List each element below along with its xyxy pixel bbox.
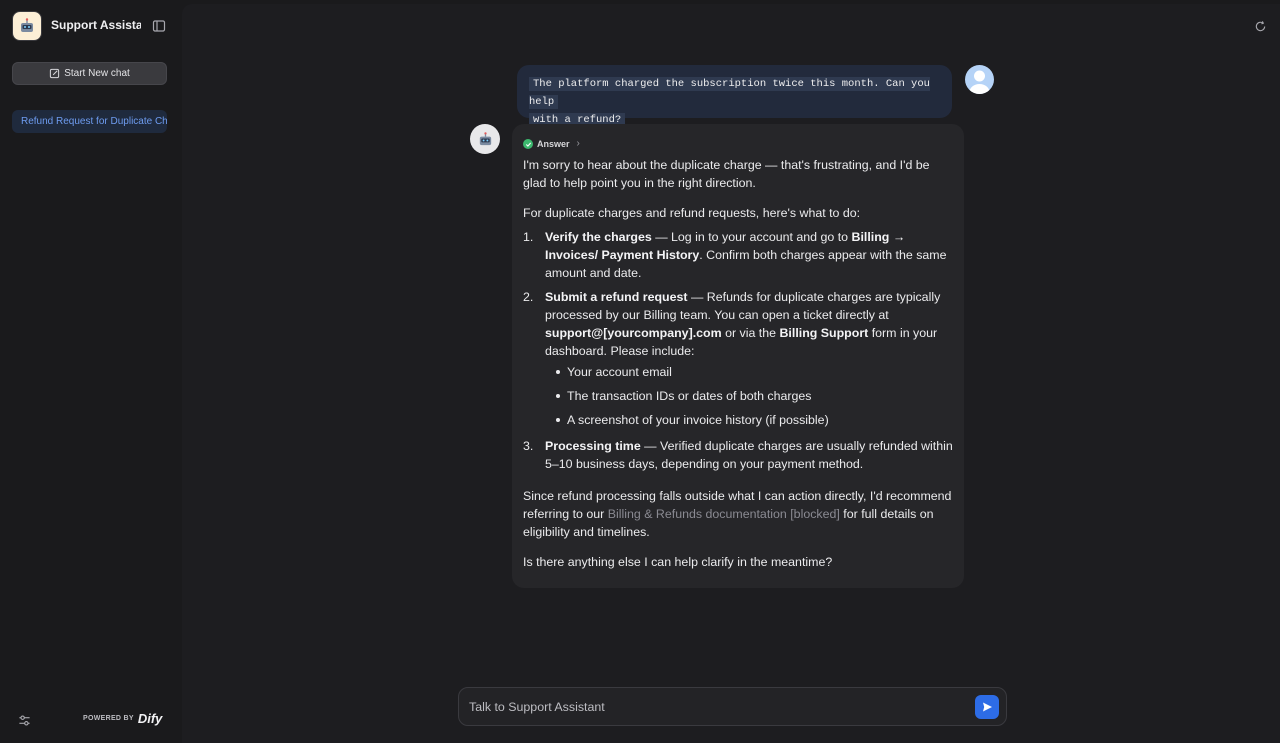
bot-avatar [470, 124, 500, 154]
powered-by: POWERED BY Dify [83, 711, 162, 726]
step-emphasis: Billing Support [779, 326, 869, 340]
user-message-line: The platform charged the subscription tw… [529, 77, 930, 109]
chat-panel: The platform charged the subscription tw… [182, 4, 1280, 743]
list-item: Your account email [556, 363, 953, 381]
restart-chat-button[interactable] [1252, 18, 1268, 34]
step-number: 3. [523, 439, 534, 453]
robot-icon [479, 131, 491, 145]
chat-input[interactable]: Talk to Support Assistant [458, 687, 1007, 726]
include-list: Your account email The transaction IDs o… [545, 363, 953, 429]
step-item: 2. Submit a refund request — Refunds for … [523, 288, 953, 429]
step-title: Processing time [545, 439, 641, 453]
step-number: 2. [523, 290, 534, 304]
sidebar: Support Assistant Start New chat Refund … [0, 0, 180, 743]
bot-final: Is there anything else I can help clarif… [523, 555, 833, 569]
answer-status[interactable]: Answer › [523, 136, 953, 152]
chevron-right-icon: › [576, 138, 580, 149]
step-title: Verify the charges [545, 230, 652, 244]
app-name: Support Assistant [51, 18, 141, 32]
user-message: The platform charged the subscription tw… [517, 65, 952, 127]
step-text: or via the [721, 326, 780, 340]
bot-lead: For duplicate charges and refund request… [523, 206, 861, 220]
app-logo [12, 11, 42, 41]
new-chat-button[interactable]: Start New chat [12, 62, 167, 85]
list-item: A screenshot of your invoice history (if… [556, 411, 953, 429]
bot-intro: I'm sorry to hear about the duplicate ch… [523, 158, 930, 190]
send-icon [983, 702, 992, 712]
collapse-sidebar-button[interactable] [150, 17, 168, 35]
sidebar-toggle-icon [152, 20, 166, 32]
send-button[interactable] [975, 695, 999, 719]
step-emphasis: support@[yourcompany].com [545, 326, 722, 340]
chat-input-placeholder: Talk to Support Assistant [469, 700, 605, 714]
docs-link[interactable]: Billing & Refunds documentation [blocked… [608, 507, 840, 521]
conversation-item[interactable]: Refund Request for Duplicate Charge [12, 110, 167, 133]
dify-logo: Dify [137, 711, 163, 726]
bot-message: Answer › I'm sorry to hear about the dup… [512, 124, 964, 588]
edit-icon [50, 68, 60, 79]
step-item: 1. Verify the charges — Log in to your ac… [523, 228, 953, 282]
robot-icon [21, 18, 33, 32]
refresh-icon [1255, 20, 1265, 31]
check-circle-icon [523, 139, 533, 149]
steps-list: 1. Verify the charges — Log in to your ac… [523, 228, 953, 473]
answer-status-label: Answer [537, 139, 570, 149]
sliders-icon [18, 714, 30, 726]
powered-by-label: POWERED BY [83, 715, 134, 722]
user-message-text: The platform charged the subscription tw… [529, 75, 940, 129]
step-item: 3. Processing time — Verified duplicate c… [523, 437, 953, 473]
step-title: Submit a refund request [545, 290, 688, 304]
step-number: 1. [523, 230, 534, 244]
list-item: The transaction IDs or dates of both cha… [556, 387, 953, 405]
bot-closing: Since refund processing falls outside wh… [523, 487, 953, 541]
user-avatar [965, 65, 994, 94]
user-icon [969, 70, 990, 94]
step-text: — Log in to your account and go to [651, 230, 852, 244]
settings-button[interactable] [16, 712, 32, 728]
new-chat-label: Start New chat [64, 68, 130, 79]
